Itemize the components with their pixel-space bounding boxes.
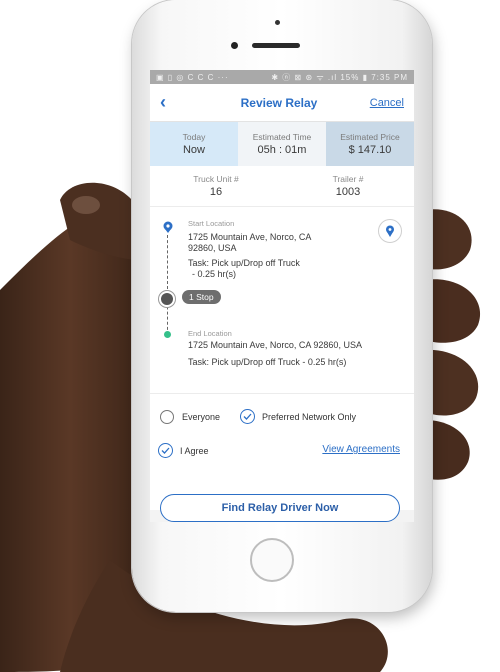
- everyone-radio[interactable]: [160, 410, 174, 424]
- summary-estimated-time: Estimated Time 05h : 01m: [238, 122, 326, 166]
- start-location: Start Location 1725 Mountain Ave, Norco,…: [188, 219, 398, 280]
- agree-label: I Agree: [180, 445, 209, 456]
- summary-value: 05h : 01m: [257, 144, 307, 156]
- unit-info: Truck Unit # 16 Trailer # 1003: [150, 166, 414, 207]
- page-title: Review Relay: [240, 95, 318, 110]
- cancel-link[interactable]: Cancel: [358, 97, 404, 109]
- end-location-label: End Location: [188, 329, 232, 338]
- preferred-network-option[interactable]: Preferred Network Only: [240, 409, 356, 424]
- status-left-icons: ▣ ▯ ◎ C C C ···: [156, 72, 229, 82]
- end-task: Task: Pick up/Drop off Truck - 0.25 hr(s…: [188, 357, 347, 367]
- map-pin-icon: [386, 225, 394, 237]
- view-agreements-link[interactable]: View Agreements: [322, 444, 400, 455]
- trip-summary: Today Now Estimated Time 05h : 01m Estim…: [150, 122, 414, 166]
- start-location-label: Start Location: [188, 219, 235, 228]
- phone-device: ▣ ▯ ◎ C C C ··· ✱ ⓝ ⊠ ⊛ ᯤ .ıl 15% ▮ 7:35…: [132, 0, 432, 612]
- truck-unit: Truck Unit # 16: [150, 166, 282, 206]
- summary-today: Today Now: [150, 122, 238, 166]
- everyone-option[interactable]: Everyone: [160, 410, 220, 424]
- preferred-network-label: Preferred Network Only: [262, 411, 357, 422]
- truck-unit-label: Truck Unit #: [193, 174, 239, 184]
- front-camera: [275, 20, 280, 25]
- options-section: Everyone Preferred Network Only I Agree …: [150, 394, 414, 472]
- status-right-icons: ✱ ⓝ ⊠ ⊛ ᯤ .ıl 15% ▮ 7:35 PM: [271, 72, 408, 82]
- end-location-dot: [164, 331, 171, 338]
- agree-option[interactable]: I Agree: [158, 443, 209, 458]
- stops-count-badge[interactable]: 1 Stop: [182, 290, 221, 304]
- find-relay-driver-button[interactable]: Find Relay Driver Now: [160, 494, 400, 522]
- start-task-line1: Task: Pick up/Drop off Truck: [188, 258, 300, 268]
- start-address: 1725 Mountain Ave, Norco, CA 92860, USA: [188, 232, 398, 254]
- stop-eye-icon: [161, 293, 173, 305]
- truck-unit-value: 16: [209, 186, 223, 198]
- nav-bar: ‹ Review Relay Cancel: [150, 84, 414, 122]
- trailer-value: 1003: [335, 186, 361, 198]
- route-section: 1 Stop Start Location 1725 Mountain Ave,…: [150, 207, 414, 394]
- everyone-label: Everyone: [182, 412, 221, 422]
- summary-label: Estimated Price: [340, 132, 400, 142]
- summary-value: Now: [182, 144, 205, 156]
- start-address-line2: 92860, USA: [188, 243, 237, 253]
- trailer-label: Trailer #: [332, 174, 364, 184]
- start-task: Task: Pick up/Drop off Truck - 0.25 hr(s…: [188, 258, 398, 280]
- start-address-line1: 1725 Mountain Ave, Norco, CA: [188, 232, 312, 242]
- app-screen: ▣ ▯ ◎ C C C ··· ✱ ⓝ ⊠ ⊛ ᯤ .ıl 15% ▮ 7:35…: [150, 70, 414, 522]
- start-pin-icon: [163, 221, 173, 233]
- trailer: Trailer # 1003: [282, 166, 414, 206]
- home-button[interactable]: [250, 538, 294, 582]
- earpiece-speaker: [252, 43, 300, 48]
- route-line: [167, 235, 168, 335]
- summary-estimated-price: Estimated Price $ 147.10: [326, 122, 414, 166]
- summary-value: $ 147.10: [348, 144, 392, 156]
- status-bar: ▣ ▯ ◎ C C C ··· ✱ ⓝ ⊠ ⊛ ᯤ .ıl 15% ▮ 7:35…: [150, 70, 414, 84]
- start-task-line2: - 0.25 hr(s): [192, 269, 237, 279]
- preferred-check-icon[interactable]: [240, 409, 255, 424]
- map-pin-button[interactable]: [378, 219, 402, 243]
- back-chevron-icon[interactable]: ‹: [160, 92, 200, 113]
- proximity-sensor: [231, 42, 238, 49]
- summary-label: Estimated Time: [252, 132, 312, 142]
- summary-label: Today: [182, 132, 206, 142]
- agree-check-icon[interactable]: [158, 443, 173, 458]
- end-location: End Location 1725 Mountain Ave, Norco, C…: [188, 329, 398, 368]
- end-address: 1725 Mountain Ave, Norco, CA 92860, USA: [188, 340, 362, 350]
